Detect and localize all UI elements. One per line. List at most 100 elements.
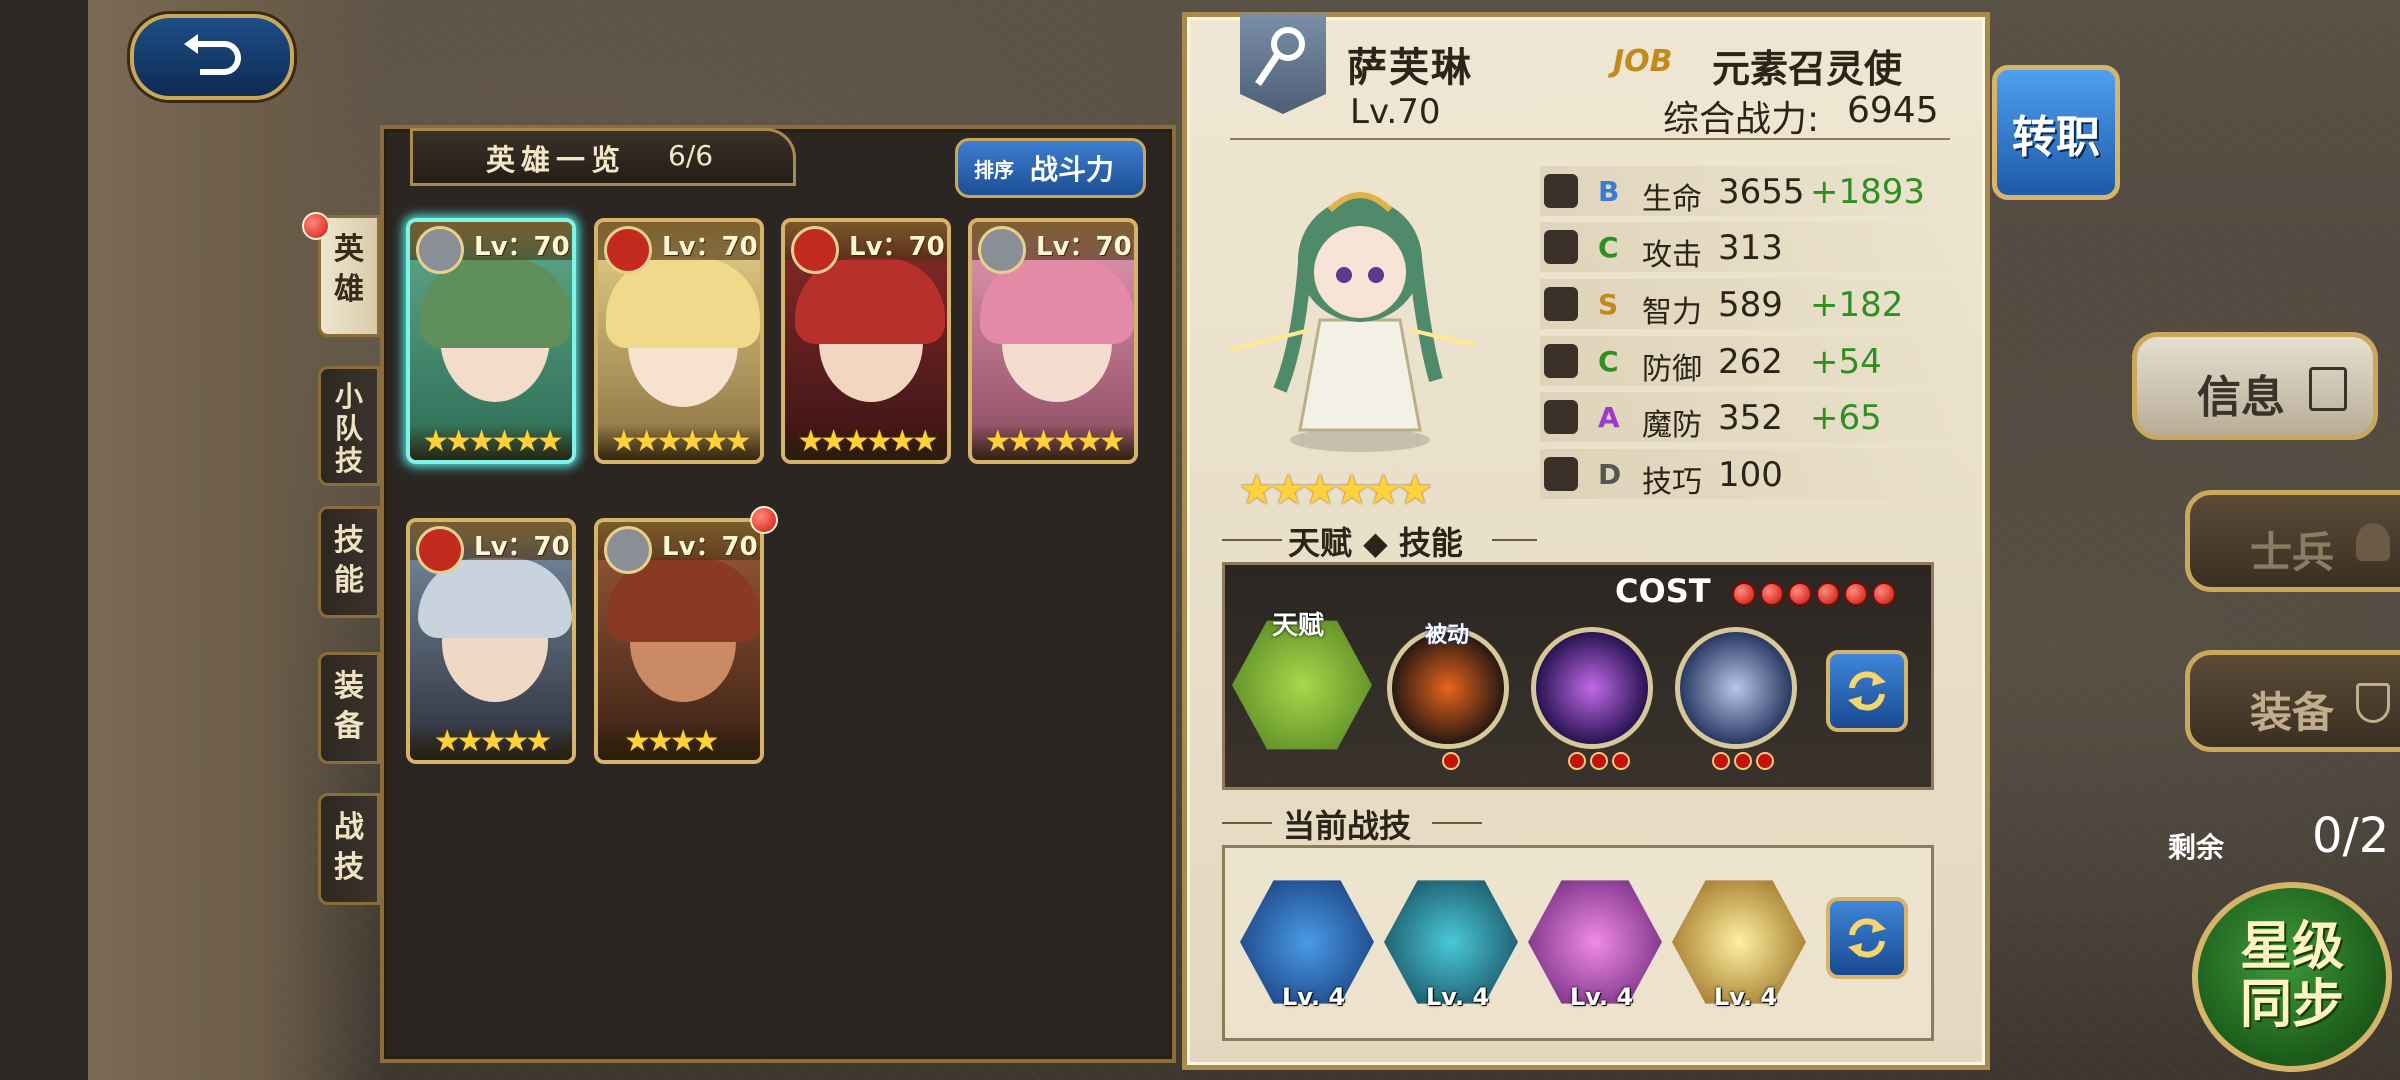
- section-rule: [1222, 822, 1272, 824]
- combat-power-value: 6945: [1847, 90, 1939, 131]
- cost-dot: [1872, 582, 1896, 606]
- tab-squad-skill-label: 小队技: [334, 380, 363, 477]
- staff-class-icon: [416, 226, 464, 274]
- skill-cost-pips: [1712, 752, 1774, 770]
- remaining-label: 剩余: [2168, 831, 2225, 864]
- stat-name: 技巧: [1642, 465, 1702, 500]
- star-sync-button[interactable]: 星级同步: [2192, 882, 2392, 1072]
- job-name: 元素召灵使: [1712, 47, 1903, 91]
- stat-grade: A: [1598, 401, 1620, 434]
- stat-row-attack: C 攻击 313: [1540, 222, 1970, 273]
- cost-dot: [1816, 582, 1840, 606]
- stat-grade: C: [1598, 231, 1619, 264]
- stat-value: 3655: [1718, 172, 1805, 212]
- skill-cost-pip: [1568, 752, 1586, 770]
- equipment-button[interactable]: 装备: [2185, 650, 2400, 752]
- stat-name: 生命: [1642, 182, 1702, 217]
- back-button[interactable]: [130, 14, 294, 100]
- stat-bonus: +1893: [1810, 172, 1926, 212]
- hero-level-detail: Lv.70: [1350, 92, 1441, 132]
- stat-grade: B: [1598, 175, 1620, 208]
- cost-dot: [1732, 582, 1756, 606]
- hero-level: Lv：70: [849, 232, 945, 262]
- sword-icon: [1544, 230, 1578, 264]
- cost-dot: [1760, 582, 1784, 606]
- tab-heroes-label: 英雄: [334, 232, 364, 307]
- stat-value: 589: [1718, 285, 1783, 325]
- heart-icon: [1544, 174, 1578, 208]
- hero-level: Lv：70: [1036, 232, 1132, 262]
- skill-cost-pip: [1590, 752, 1608, 770]
- skill-cost-pip: [1734, 752, 1752, 770]
- tab-skills-label: 技能: [334, 523, 364, 598]
- info-button[interactable]: 信息: [2132, 332, 2378, 440]
- cost-dot: [1844, 582, 1868, 606]
- skill-cost-pip: [1612, 752, 1630, 770]
- skill-cost-pip: [1442, 752, 1460, 770]
- job-label: JOB: [1613, 44, 1673, 79]
- technique-icon: [1544, 457, 1578, 491]
- hero-list-title: 英雄一览: [486, 143, 627, 177]
- new-hero-dot: [750, 506, 778, 534]
- hero-name: 萨芙琳: [1347, 45, 1473, 91]
- staff-class-emblem: [1240, 14, 1326, 114]
- hero-card[interactable]: Lv：70 ★★★★★★: [406, 218, 576, 464]
- tab-skills[interactable]: 技能: [318, 506, 380, 618]
- stat-grade: C: [1598, 345, 1619, 378]
- sword-class-icon: [416, 526, 464, 574]
- hero-stars: ★★★★★★: [410, 424, 572, 460]
- tab-combat-arts[interactable]: 战技: [318, 793, 380, 905]
- change-combat-arts-button[interactable]: [1826, 897, 1908, 979]
- combat-power-label: 综合战力:: [1663, 99, 1820, 140]
- game-screen: 英雄 小队技 技能 装备 战技 英雄一览 6/6 排序 战斗力 Lv：70 ★★…: [0, 0, 2400, 1080]
- soldier-label: 士兵: [2250, 528, 2335, 577]
- tab-squad-skill[interactable]: 小队技: [318, 366, 380, 486]
- hero-card[interactable]: Lv：70 ★★★★★: [406, 518, 576, 764]
- hero-card[interactable]: Lv：70 ★★★★★★: [781, 218, 951, 464]
- sword-class-icon: [604, 226, 652, 274]
- active-skill-icon[interactable]: [1675, 627, 1797, 749]
- cost-dot: [1788, 582, 1812, 606]
- cost-dots: [1732, 582, 1896, 606]
- hero-card[interactable]: Lv：70 ★★★★★★: [594, 218, 764, 464]
- tab-combat-arts-label: 战技: [334, 810, 364, 885]
- stat-row-skill: D 技巧 100: [1540, 449, 1970, 500]
- refresh-icon: [1848, 918, 1886, 958]
- stat-bonus: +54: [1810, 342, 1882, 382]
- soldier-button[interactable]: 士兵: [2185, 490, 2400, 592]
- hero-stars: ★★★★★: [410, 724, 572, 760]
- remaining-value: 0/2: [2312, 808, 2390, 864]
- job-change-button[interactable]: 转职: [1992, 65, 2120, 200]
- list-icon: [2309, 367, 2347, 411]
- hero-stars: ★★★★★★: [785, 424, 947, 460]
- hero-card[interactable]: Lv：70 ★★★★: [594, 518, 764, 764]
- staff-class-icon: [978, 226, 1026, 274]
- helmet-icon: [2356, 523, 2390, 561]
- wizard-hat-icon: [1544, 400, 1578, 434]
- current-arts-heading: 当前战技: [1283, 807, 1412, 845]
- section-rule: [1222, 539, 1282, 541]
- stat-name: 防御: [1642, 352, 1702, 387]
- stat-grade: D: [1598, 458, 1622, 491]
- active-skill-icon[interactable]: [1531, 627, 1653, 749]
- stat-row-magic-defense: A 魔防 352 +65: [1540, 392, 1970, 443]
- stat-bonus: +65: [1810, 398, 1882, 438]
- tab-equipment[interactable]: 装备: [318, 652, 380, 764]
- change-skills-button[interactable]: [1826, 650, 1908, 732]
- hero-level: Lv：70: [662, 232, 758, 262]
- hero-stars: ★★★★★★: [598, 424, 760, 460]
- staff-icon: [1255, 27, 1305, 86]
- stat-grade: S: [1598, 288, 1619, 321]
- hero-count: 6/6: [668, 139, 714, 172]
- hero-level: Lv：70: [662, 532, 758, 562]
- talent-label: 天赋: [1272, 611, 1325, 641]
- info-label: 信息: [2197, 372, 2285, 423]
- star-sync-label: 星级同步: [2239, 917, 2344, 1035]
- hero-card[interactable]: Lv：70 ★★★★★★: [968, 218, 1138, 464]
- refresh-icon: [1848, 671, 1886, 711]
- skill-cost-pips: [1568, 752, 1630, 770]
- stat-row-hp: B 生命 3655 +1893: [1540, 166, 1970, 217]
- hero-chibi-art: [1210, 140, 1480, 470]
- shield-icon: [1544, 344, 1578, 378]
- hero-level: Lv：70: [474, 232, 570, 262]
